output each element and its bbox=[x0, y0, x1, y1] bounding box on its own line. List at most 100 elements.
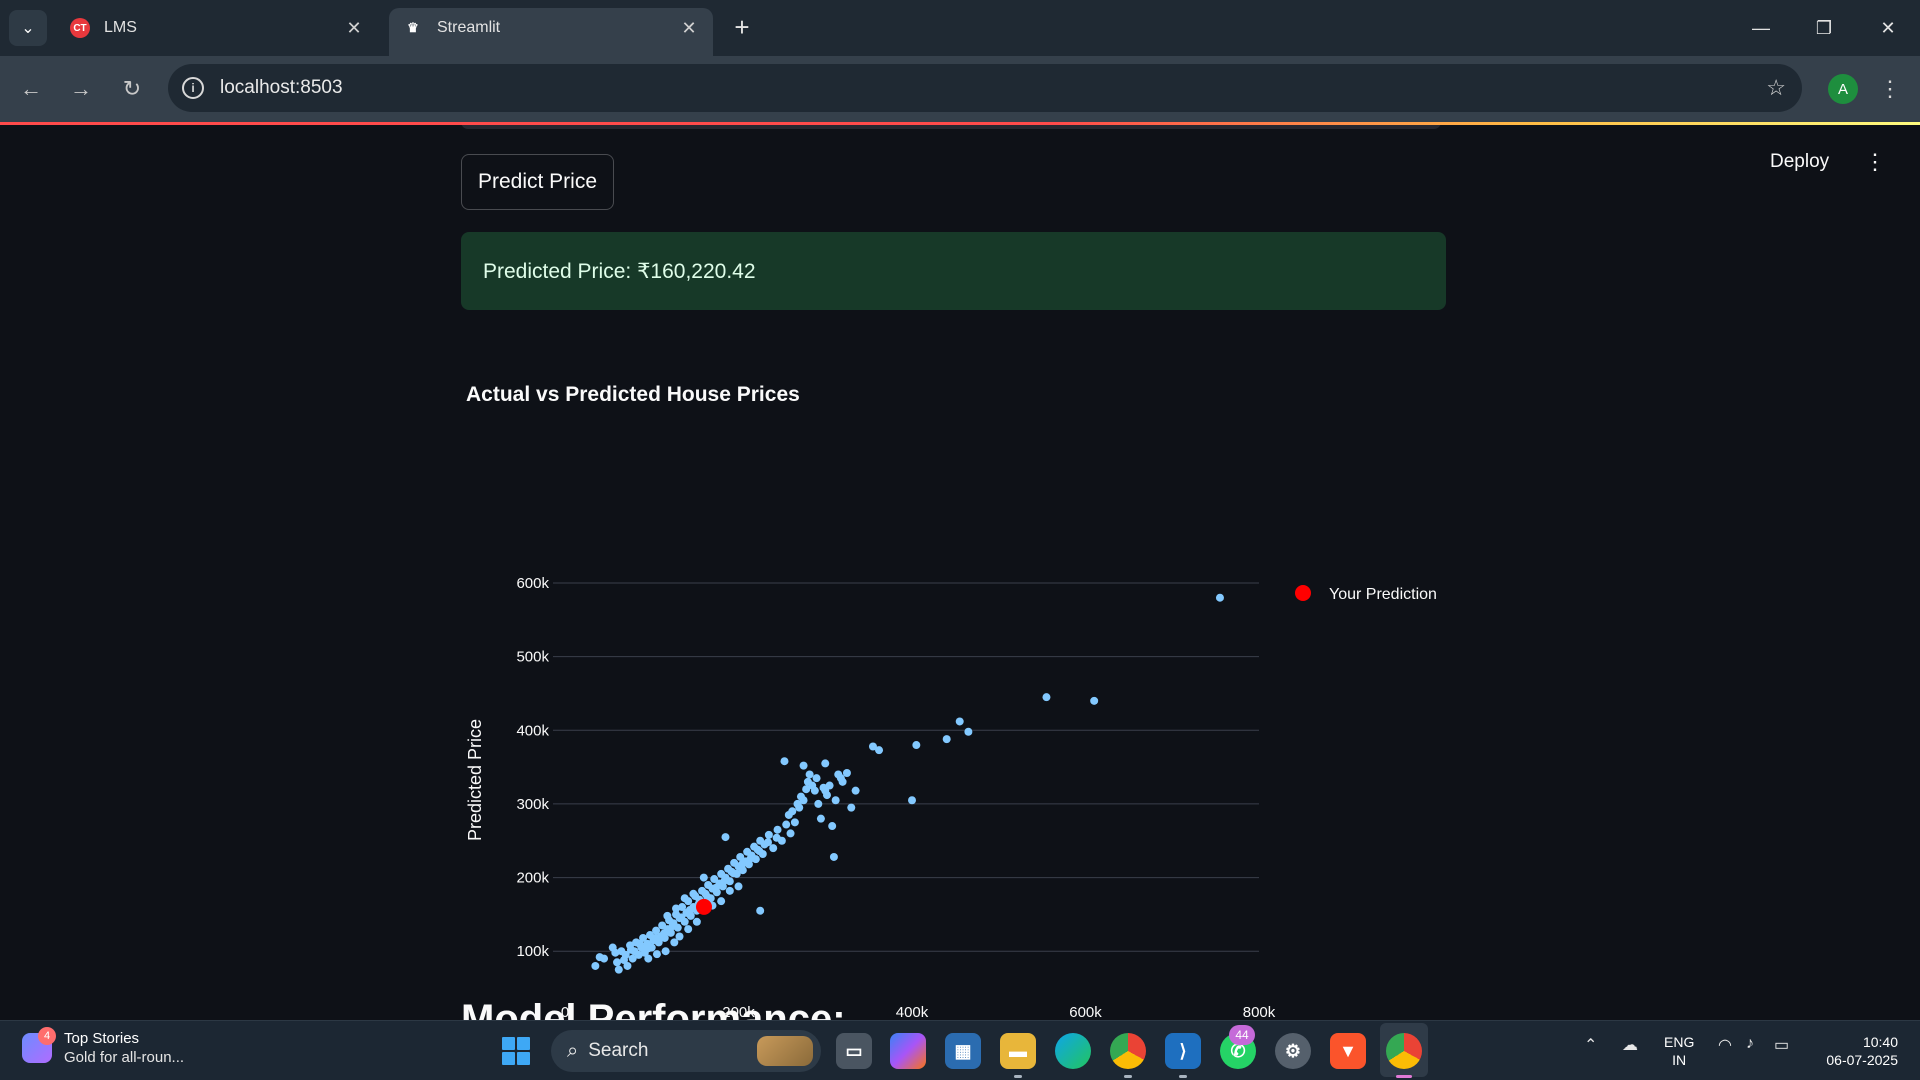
data-point bbox=[875, 746, 884, 755]
data-point bbox=[822, 791, 831, 800]
url-text[interactable]: localhost:8503 bbox=[220, 77, 343, 99]
data-point bbox=[828, 822, 837, 831]
y-tick-label: 400k bbox=[516, 722, 549, 739]
onedrive-cloud-icon[interactable]: ☁ bbox=[1622, 1035, 1638, 1055]
task-view-icon[interactable]: ▭ bbox=[836, 1033, 872, 1069]
data-point bbox=[799, 761, 808, 770]
battery-icon[interactable]: ▭ bbox=[1774, 1035, 1789, 1055]
browser-toolbar: ← → ↻ i localhost:8503 ☆ A ⋮ bbox=[0, 56, 1920, 122]
search-highlight-image bbox=[757, 1036, 813, 1066]
minimize-button[interactable]: — bbox=[1735, 8, 1787, 48]
previous-input-field[interactable] bbox=[461, 125, 1441, 129]
data-point bbox=[734, 882, 743, 891]
search-label: Search bbox=[588, 1040, 649, 1061]
data-point bbox=[677, 913, 686, 922]
y-axis-title: Predicted Price bbox=[465, 719, 485, 841]
clock-date: 06-07-2025 bbox=[1826, 1052, 1898, 1068]
data-point bbox=[659, 929, 668, 938]
microsoft-store-icon[interactable]: ▦ bbox=[945, 1033, 981, 1069]
news-widget[interactable]: 4 Top Stories Gold for all-roun... bbox=[22, 1027, 184, 1067]
predict-price-button[interactable]: Predict Price bbox=[461, 154, 614, 210]
whatsapp-badge: 44 bbox=[1229, 1025, 1255, 1045]
x-tick-label: 800k bbox=[1243, 1004, 1276, 1020]
data-point bbox=[816, 814, 825, 823]
data-point bbox=[788, 807, 797, 816]
minimize-icon: — bbox=[1752, 17, 1770, 38]
start-button-windows-icon[interactable] bbox=[502, 1037, 530, 1065]
data-point bbox=[829, 852, 838, 861]
chrome-icon[interactable] bbox=[1110, 1033, 1146, 1069]
widgets-icon: 4 bbox=[22, 1027, 56, 1063]
profile-avatar[interactable]: A bbox=[1828, 74, 1858, 104]
tab-search-button[interactable]: ⌄ bbox=[9, 10, 47, 46]
bookmark-star-icon[interactable]: ☆ bbox=[1766, 75, 1786, 101]
data-point bbox=[717, 897, 726, 906]
address-bar[interactable]: i localhost:8503 ☆ bbox=[168, 64, 1802, 112]
site-info-icon[interactable]: i bbox=[182, 77, 204, 99]
close-icon[interactable]: ✕ bbox=[679, 18, 699, 38]
data-point bbox=[591, 961, 600, 970]
file-explorer-icon[interactable]: ▬ bbox=[1000, 1033, 1036, 1069]
volume-icon[interactable]: ♪ bbox=[1746, 1035, 1754, 1053]
news-title: Top Stories bbox=[64, 1030, 140, 1047]
back-button[interactable]: ← bbox=[12, 70, 50, 108]
data-point bbox=[764, 830, 773, 839]
close-icon[interactable]: ✕ bbox=[344, 18, 364, 38]
edge-icon[interactable] bbox=[1055, 1033, 1091, 1069]
reload-button[interactable]: ↻ bbox=[113, 70, 151, 108]
app-menu-icon[interactable]: ⋮ bbox=[1864, 149, 1886, 175]
brave-icon[interactable]: ▼ bbox=[1330, 1033, 1366, 1069]
new-tab-button[interactable]: + bbox=[727, 12, 757, 42]
system-clock[interactable]: 10:40 06-07-2025 bbox=[1812, 1033, 1898, 1069]
deploy-button[interactable]: Deploy bbox=[1770, 151, 1829, 173]
data-point bbox=[1042, 693, 1051, 702]
y-tick-label: 300k bbox=[516, 796, 549, 813]
y-tick-label: 600k bbox=[516, 575, 549, 592]
data-point bbox=[782, 820, 791, 829]
chrome-profile-icon[interactable] bbox=[1386, 1033, 1422, 1069]
data-point bbox=[635, 939, 644, 948]
data-point bbox=[755, 847, 764, 856]
data-point bbox=[805, 770, 814, 779]
data-point bbox=[955, 717, 964, 726]
data-point bbox=[790, 818, 799, 827]
running-indicator bbox=[1124, 1075, 1132, 1078]
vscode-icon[interactable]: ⟩ bbox=[1165, 1033, 1201, 1069]
copilot-icon[interactable] bbox=[890, 1033, 926, 1069]
taskbar: 4 Top Stories Gold for all-roun... ⌕ Sea… bbox=[0, 1020, 1920, 1080]
lang-top: ENG bbox=[1664, 1034, 1695, 1050]
predicted-price-text: Predicted Price: ₹160,220.42 bbox=[483, 259, 756, 283]
success-alert: Predicted Price: ₹160,220.42 bbox=[461, 232, 1446, 310]
language-indicator[interactable]: ENG IN bbox=[1664, 1033, 1694, 1069]
data-point bbox=[611, 948, 620, 957]
chevron-up-icon[interactable]: ⌃ bbox=[1584, 1035, 1597, 1055]
forward-button[interactable]: → bbox=[62, 70, 100, 108]
scatter-chart[interactable]: 100k200k300k400k500k600k0 200k 400k 600k 800… bbox=[461, 425, 1446, 1020]
data-point bbox=[746, 854, 755, 863]
browser-menu-icon[interactable]: ⋮ bbox=[1876, 72, 1904, 106]
taskbar-search[interactable]: ⌕ Search bbox=[551, 1030, 821, 1072]
data-point bbox=[942, 735, 951, 744]
running-indicator bbox=[1396, 1075, 1412, 1078]
wifi-icon[interactable]: ◠ bbox=[1718, 1035, 1732, 1055]
data-point bbox=[644, 944, 653, 953]
close-window-button[interactable]: ✕ bbox=[1862, 8, 1914, 48]
tab-streamlit[interactable]: ♛ Streamlit ✕ bbox=[389, 8, 713, 56]
tab-lms[interactable]: CT LMS ✕ bbox=[56, 8, 378, 48]
data-point bbox=[825, 781, 834, 790]
data-point bbox=[663, 911, 672, 920]
data-point bbox=[619, 956, 628, 965]
settings-gear-icon[interactable]: ⚙ bbox=[1275, 1033, 1311, 1069]
restore-button[interactable]: ❐ bbox=[1798, 8, 1850, 48]
lang-bottom: IN bbox=[1672, 1052, 1687, 1068]
data-point bbox=[651, 933, 660, 942]
streamlit-app: Deploy ⋮ Predict Price Predicted Price: … bbox=[0, 125, 1920, 1020]
x-tick-label: 400k bbox=[896, 1004, 929, 1020]
data-point bbox=[685, 905, 694, 914]
data-point bbox=[838, 777, 847, 786]
restore-icon: ❐ bbox=[1815, 17, 1833, 38]
plus-icon: + bbox=[734, 11, 750, 42]
data-point bbox=[821, 759, 830, 768]
lms-favicon-icon: CT bbox=[70, 18, 90, 38]
data-point bbox=[661, 947, 670, 956]
